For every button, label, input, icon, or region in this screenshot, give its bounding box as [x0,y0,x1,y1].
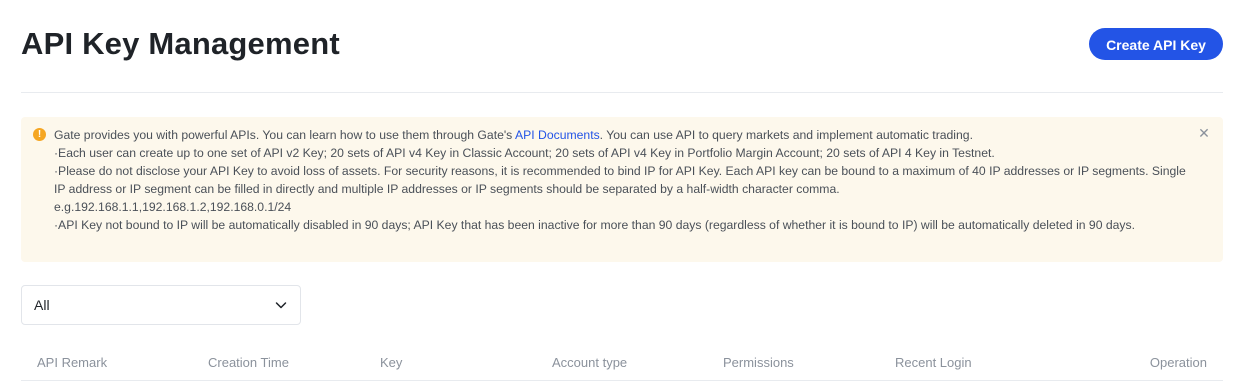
notice-line-1-before: Gate provides you with powerful APIs. Yo… [54,128,515,142]
page-title: API Key Management [21,26,340,61]
column-creation-time: Creation Time [208,355,289,370]
page-header: API Key Management Create API Key [21,24,1223,64]
chevron-down-icon [275,302,287,309]
table-header: API Remark Creation Time Key Account typ… [21,346,1223,381]
notice-line-1: Gate provides you with powerful APIs. Yo… [54,126,1194,144]
api-documents-link[interactable]: API Documents [515,128,600,142]
account-filter-select[interactable]: All [21,285,301,325]
notice-line-4: e.g.192.168.1.1,192.168.1.2,192.168.0.1/… [54,200,292,214]
warning-icon: ! [33,128,46,141]
column-account-type: Account type [552,355,628,370]
info-notice: ! ✕ Gate provides you with powerful APIs… [21,117,1223,262]
close-icon[interactable]: ✕ [1197,126,1211,140]
column-key: Key [380,355,403,370]
column-operation: Operation [1149,355,1207,370]
notice-line-2: ·Each user can create up to one set of A… [54,146,995,160]
column-recent-login: Recent Login [895,355,972,370]
notice-text: Gate provides you with powerful APIs. Yo… [54,126,1194,234]
column-permissions: Permissions [723,355,794,370]
column-api-remark: API Remark [37,355,108,370]
notice-line-5: ·API Key not bound to IP will be automat… [54,218,1136,232]
notice-line-3: ·Please do not disclose your API Key to … [54,164,1186,196]
header-divider [21,92,1223,93]
select-value: All [34,297,50,313]
create-api-key-button[interactable]: Create API Key [1089,28,1223,60]
notice-line-1-after: . You can use API to query markets and i… [599,128,973,142]
